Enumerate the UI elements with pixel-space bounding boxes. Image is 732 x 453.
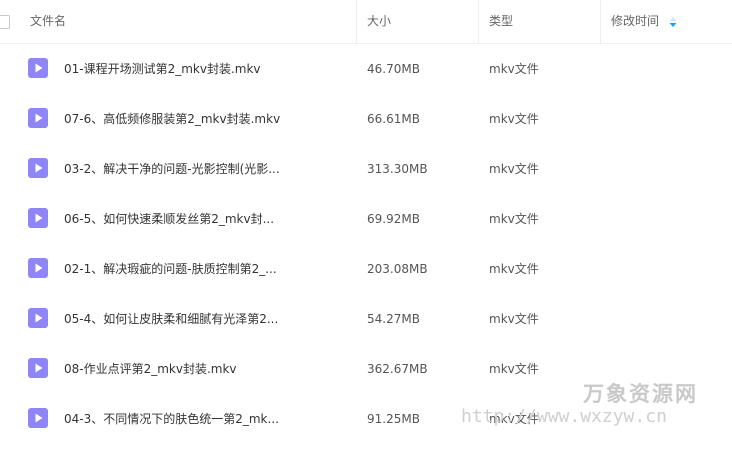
column-header-modified[interactable]: 修改时间 <box>611 0 659 43</box>
file-row[interactable]: 02-1、解决瑕疵的问题-肤质控制第2_... 203.08MB mkv文件 <box>0 244 732 294</box>
file-row[interactable]: 07-6、高低频修服装第2_mkv封装.mkv 66.61MB mkv文件 <box>0 94 732 144</box>
file-row[interactable]: 08-作业点评第2_mkv封装.mkv 362.67MB mkv文件 <box>0 344 732 394</box>
file-list-header: 文件名 大小 类型 修改时间 <box>0 0 732 44</box>
file-name[interactable]: 03-2、解决干净的问题-光影控制(光影... <box>64 144 280 194</box>
file-type: mkv文件 <box>489 112 539 126</box>
column-header-type[interactable]: 类型 <box>489 0 513 43</box>
video-file-icon <box>28 358 48 378</box>
file-name[interactable]: 07-6、高低频修服装第2_mkv封装.mkv <box>64 94 280 144</box>
file-type: mkv文件 <box>489 62 539 76</box>
file-row[interactable]: 06-5、如何快速柔顺发丝第2_mkv封... 69.92MB mkv文件 <box>0 194 732 244</box>
column-divider <box>356 0 357 43</box>
file-size: 203.08MB <box>367 262 428 276</box>
file-size: 91.25MB <box>367 412 420 426</box>
sort-icon[interactable] <box>669 17 677 27</box>
column-header-size[interactable]: 大小 <box>367 0 391 43</box>
column-divider <box>478 0 479 43</box>
file-size: 66.61MB <box>367 112 420 126</box>
file-size: 362.67MB <box>367 362 428 376</box>
file-size: 54.27MB <box>367 312 420 326</box>
file-row[interactable]: 05-4、如何让皮肤柔和细腻有光泽第2... 54.27MB mkv文件 <box>0 294 732 344</box>
file-row[interactable]: 01-课程开场测试第2_mkv封装.mkv 46.70MB mkv文件 <box>0 44 732 94</box>
file-name[interactable]: 06-5、如何快速柔顺发丝第2_mkv封... <box>64 194 274 244</box>
video-file-icon <box>28 258 48 278</box>
file-name[interactable]: 08-作业点评第2_mkv封装.mkv <box>64 344 237 394</box>
file-type: mkv文件 <box>489 362 539 376</box>
file-name[interactable]: 01-课程开场测试第2_mkv封装.mkv <box>64 44 261 94</box>
file-size: 69.92MB <box>367 212 420 226</box>
file-type: mkv文件 <box>489 262 539 276</box>
file-row[interactable]: 03-2、解决干净的问题-光影控制(光影... 313.30MB mkv文件 <box>0 144 732 194</box>
file-type: mkv文件 <box>489 412 539 426</box>
file-size: 46.70MB <box>367 62 420 76</box>
file-row[interactable]: 04-3、不同情况下的肤色统一第2_mk... 91.25MB mkv文件 <box>0 394 732 444</box>
file-type: mkv文件 <box>489 162 539 176</box>
select-all-checkbox[interactable] <box>0 15 10 29</box>
file-size: 313.30MB <box>367 162 428 176</box>
file-name[interactable]: 05-4、如何让皮肤柔和细腻有光泽第2... <box>64 294 278 344</box>
video-file-icon <box>28 108 48 128</box>
video-file-icon <box>28 158 48 178</box>
file-type: mkv文件 <box>489 312 539 326</box>
column-header-name[interactable]: 文件名 <box>30 0 66 43</box>
file-name[interactable]: 04-3、不同情况下的肤色统一第2_mk... <box>64 394 279 444</box>
file-type: mkv文件 <box>489 212 539 226</box>
file-name[interactable]: 02-1、解决瑕疵的问题-肤质控制第2_... <box>64 244 277 294</box>
column-divider <box>600 0 601 43</box>
file-list: 01-课程开场测试第2_mkv封装.mkv 46.70MB mkv文件 07-6… <box>0 44 732 444</box>
video-file-icon <box>28 408 48 428</box>
video-file-icon <box>28 208 48 228</box>
video-file-icon <box>28 308 48 328</box>
video-file-icon <box>28 58 48 78</box>
